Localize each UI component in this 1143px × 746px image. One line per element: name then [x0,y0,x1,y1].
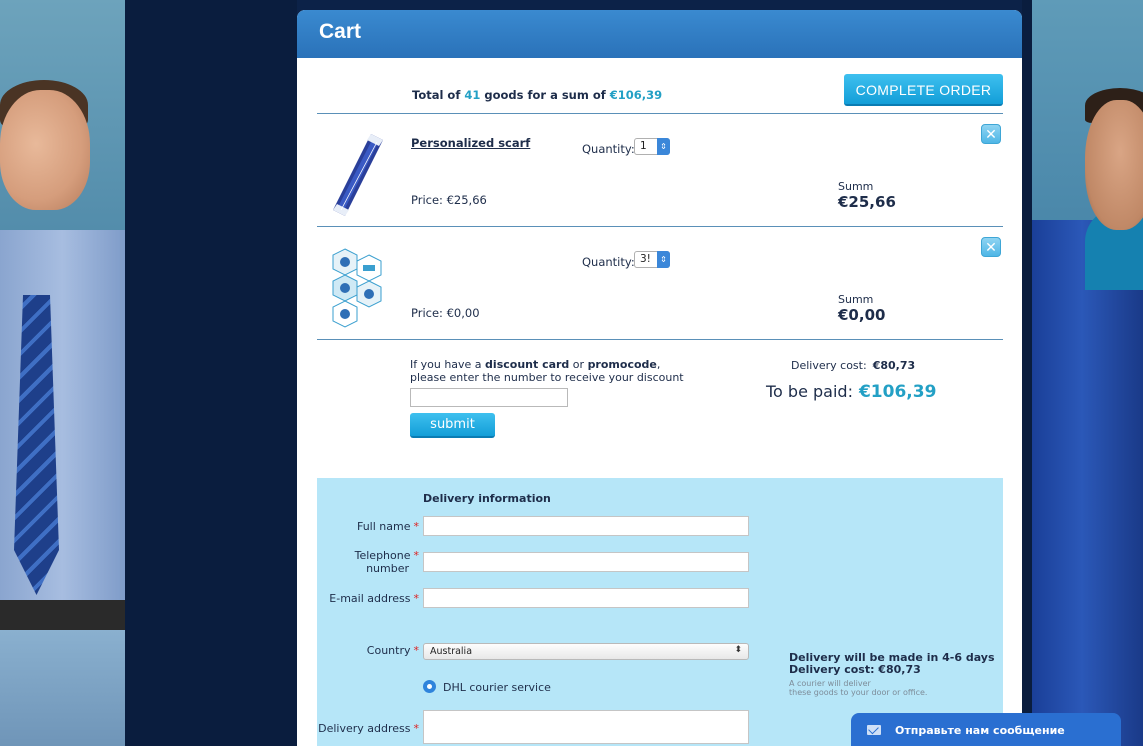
discount-text-a: If you have a [410,358,486,371]
quantity-value: 1 [640,140,647,152]
delivery-cost-text: Delivery cost: €80,73 [789,663,921,676]
complete-order-button[interactable]: COMPLETE ORDER [844,74,1003,106]
quantity-label: Quantity: [582,255,635,269]
dhl-service-label: DHL courier service [443,681,551,694]
summary-middle: goods for a sum of [484,88,606,102]
scarf-image [333,134,383,216]
player-left-belt [0,600,125,630]
delivery-cost-label: Delivery cost: [791,359,867,372]
full-name-label: Full name * [317,520,419,533]
background-left-photo [0,0,125,746]
required-mark: * [413,549,420,562]
delivery-cost-value: €80,73 [872,359,916,372]
delivery-time-info: Delivery will be made in 4-6 days Delive… [789,652,995,676]
card-set-image [332,248,382,328]
country-label: Country * [317,644,419,657]
discount-text-e: , [656,358,661,371]
summ-label: Summ [838,180,874,193]
discount-card-label: discount card [485,358,570,371]
player-right-jacket [1032,220,1143,746]
dhl-radio[interactable] [423,680,436,693]
quantity-select[interactable]: 1 ⇕ [634,138,670,155]
telephone-label: Telephone * number [317,549,419,575]
discount-code-input[interactable] [410,388,568,407]
telephone-input[interactable] [423,552,749,572]
delivery-information-form: Delivery information Full name * Telephon… [317,478,1003,746]
summary-prefix: Total of [412,88,461,102]
quantity-label: Quantity: [582,142,635,156]
cart-summary: Total of 41 goods for a sum of €106,39 C… [317,68,1003,114]
envelope-icon [867,725,881,735]
remove-item-button[interactable]: ✕ [981,124,1001,144]
delivery-title: Delivery information [423,492,551,505]
submit-discount-button[interactable]: submit [410,413,495,438]
goods-count: 41 [464,88,481,102]
email-label: E-mail address * [317,592,419,605]
country-value: Australia [430,646,473,657]
telephone-label-line1: Telephone [354,549,411,562]
summ-value: €25,66 [838,193,896,211]
close-icon: ✕ [985,240,997,256]
chevron-updown-icon: ⇕ [657,251,670,268]
summ-label: Summ [838,293,874,306]
cart-item: Quantity: 3! ⇕ Price: €0,00 Summ €0,00 ✕ [317,227,1003,340]
required-mark: * [413,644,420,657]
item-name[interactable]: Personalized scarf [411,136,530,150]
remove-item-button[interactable]: ✕ [981,237,1001,257]
quantity-select[interactable]: 3! ⇕ [634,251,670,268]
player-left-jeans [0,630,125,746]
cart-header: Cart [297,10,1022,58]
to-be-paid-label: To be paid: [766,382,853,401]
delivery-note-line1: A courier will deliver [789,679,871,688]
chevron-updown-icon: ⬍ [734,645,742,655]
close-icon: ✕ [985,127,997,143]
to-be-paid-value: €106,39 [858,382,937,402]
background-left-dark [125,0,297,746]
delivery-note-line2: these goods to your door or office. [789,688,928,697]
delivery-cost-summary: Delivery cost: €80,73 [791,359,915,372]
discount-text-line2: please enter the number to receive your … [410,371,684,384]
chevron-updown-icon: ⇕ [657,138,670,155]
country-label-text: Country [366,644,411,657]
full-name-label-text: Full name [356,520,411,533]
cart-panel: Cart Total of 41 goods for a sum of €106… [297,10,1022,746]
email-input[interactable] [423,588,749,608]
item-price: Price: €25,66 [411,193,487,207]
cart-item: Personalized scarf Quantity: 1 ⇕ Price: … [317,114,1003,227]
required-mark: * [413,592,420,605]
delivery-note: A courier will deliver these goods to yo… [789,679,927,697]
telephone-label-line2: number [366,562,409,575]
quantity-value: 3! [640,253,651,265]
discount-instructions: If you have a discount card or promocode… [410,358,684,384]
summ-value: €0,00 [838,306,886,324]
player-left-head [0,90,90,210]
email-label-text: E-mail address [329,592,411,605]
required-mark: * [413,722,420,735]
discount-text-c: or [569,358,588,371]
item-price: Price: €0,00 [411,306,480,320]
summary-text: Total of 41 goods for a sum of €106,39 [412,88,662,102]
address-label-text: Delivery address [318,722,411,735]
promocode-label: promocode [587,358,657,371]
full-name-input[interactable] [423,516,749,536]
country-select[interactable]: Australia ⬍ [423,643,749,660]
chat-widget[interactable]: Отправьте нам сообщение [851,713,1121,746]
delivery-address-input[interactable] [423,710,749,744]
address-label: Delivery address * [317,722,419,735]
chat-label: Отправьте нам сообщение [895,724,1065,737]
total-to-pay: To be paid: €106,39 [766,382,936,402]
required-mark: * [413,520,420,533]
page-title: Cart [319,20,362,43]
player-right-head [1085,100,1143,230]
goods-sum: €106,39 [609,88,663,102]
